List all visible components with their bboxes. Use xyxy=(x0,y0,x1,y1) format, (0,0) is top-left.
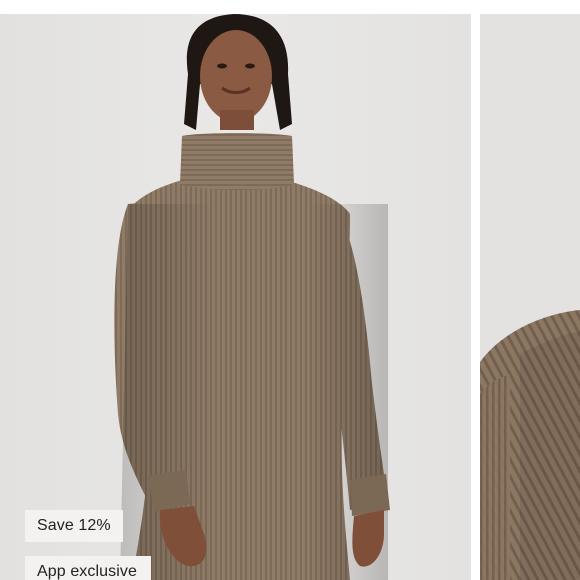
app-exclusive-badge: App exclusive xyxy=(25,556,152,580)
product-photo xyxy=(0,14,471,580)
product-photo-closeup xyxy=(480,14,580,580)
product-image-carousel[interactable]: Save 12% App exclusive xyxy=(0,14,580,580)
product-image-next[interactable] xyxy=(480,14,580,580)
product-image-main[interactable] xyxy=(0,14,471,580)
discount-badge: Save 12% xyxy=(25,510,123,542)
product-page: Save 12% App exclusive xyxy=(0,0,580,580)
